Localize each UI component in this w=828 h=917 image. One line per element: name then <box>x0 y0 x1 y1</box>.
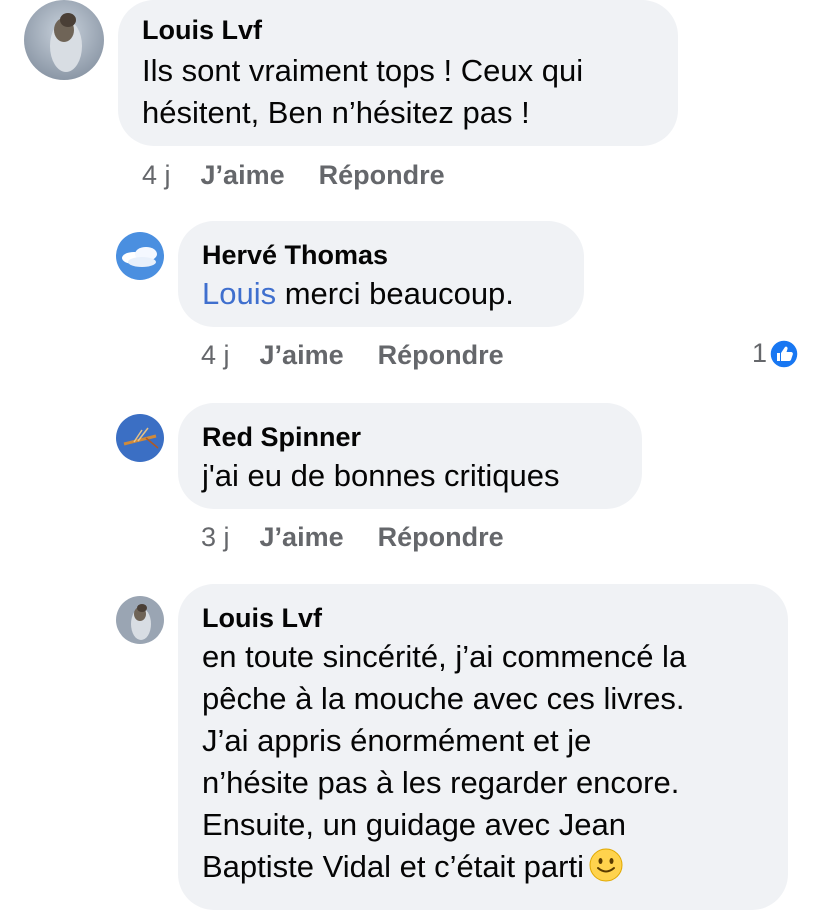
comment-text: en toute sincérité, j’ai commencé la pêc… <box>202 636 764 888</box>
comment-text: Louis merci beaucoup. <box>202 273 560 315</box>
like-button[interactable]: J’aime <box>201 159 285 191</box>
slightly-smiling-face-icon <box>588 847 624 883</box>
comment-timestamp[interactable]: 4 j <box>201 339 230 371</box>
comment-author[interactable]: Hervé Thomas <box>202 239 560 271</box>
comment-bubble: Louis Lvf Ils sont vraiment tops ! Ceux … <box>118 0 678 146</box>
comment-actions: 4 j J’aime Répondre <box>201 339 504 371</box>
comment-author[interactable]: Red Spinner <box>202 421 618 453</box>
comment-bubble: Louis Lvf en toute sincérité, j’ai comme… <box>178 584 788 910</box>
comment-text: j'ai eu de bonnes critiques <box>202 458 560 493</box>
comment-actions: 3 j J’aime Répondre <box>201 521 504 553</box>
comment-bubble: Hervé Thomas Louis merci beaucoup. <box>178 221 584 327</box>
reply-button[interactable]: Répondre <box>378 521 504 553</box>
reply-button[interactable]: Répondre <box>378 339 504 371</box>
avatar-louis-lvf[interactable] <box>24 0 104 80</box>
comment-author[interactable]: Louis Lvf <box>142 14 654 46</box>
reaction-count: 1 <box>752 338 768 368</box>
reaction-summary[interactable]: 1 <box>752 338 799 369</box>
reply-button[interactable]: Répondre <box>319 159 445 191</box>
like-button[interactable]: J’aime <box>260 521 344 553</box>
mention-link[interactable]: Louis <box>202 276 276 311</box>
avatar-louis-lvf[interactable] <box>116 596 164 644</box>
comment-timestamp[interactable]: 4 j <box>142 159 171 191</box>
avatar-red-spinner[interactable] <box>116 414 164 462</box>
comment-text-body: merci beaucoup. <box>276 276 514 311</box>
comment-bubble: Red Spinner j'ai eu de bonnes critiques <box>178 403 642 509</box>
comment-actions: 4 j J’aime Répondre <box>142 159 445 191</box>
comment-text: Ils sont vraiment tops ! Ceux qui hésite… <box>142 53 584 130</box>
avatar-herve-thomas[interactable] <box>116 232 164 280</box>
comment-timestamp[interactable]: 3 j <box>201 521 230 553</box>
comment-author[interactable]: Louis Lvf <box>202 602 764 634</box>
like-button[interactable]: J’aime <box>260 339 344 371</box>
thumbs-up-icon <box>769 338 799 369</box>
